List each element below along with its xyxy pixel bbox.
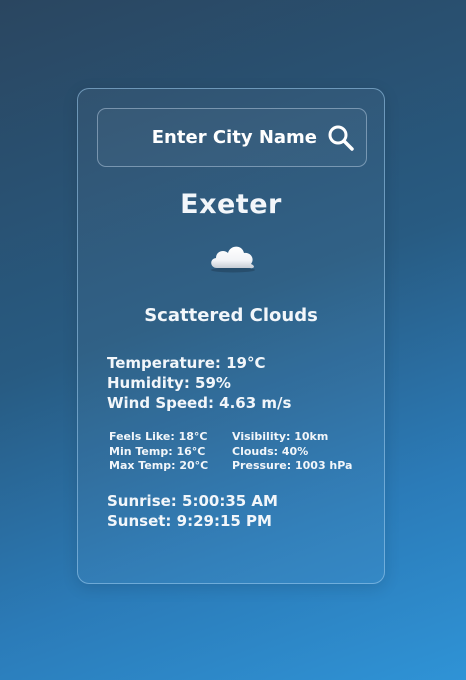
city-search-input[interactable] xyxy=(98,109,323,166)
search-button[interactable] xyxy=(326,123,356,153)
weather-description: Scattered Clouds xyxy=(144,305,318,326)
max-temp-text: Max Temp: 20°C xyxy=(109,459,209,472)
sunrise-text: Sunrise: 5:00:35 AM xyxy=(107,492,278,510)
sunset-text: Sunset: 9:29:15 PM xyxy=(107,512,272,530)
weather-card: Exeter Scattered Clouds Temperature: 19°… xyxy=(77,88,385,584)
search-icon xyxy=(326,123,356,153)
visibility-text: Visibility: 10km xyxy=(232,430,329,443)
min-temp-text: Min Temp: 16°C xyxy=(109,444,206,458)
cloud-icon xyxy=(207,239,259,273)
clouds-text: Clouds: 40% xyxy=(232,444,309,458)
feels-like-text: Feels Like: 18°C xyxy=(109,430,208,443)
search-box xyxy=(97,108,367,167)
sun-stats: Sunrise: 5:00:35 AM Sunset: 9:29:15 PM xyxy=(107,491,278,531)
temperature-text: Temperature: 19°C xyxy=(107,354,266,372)
city-name: Exeter xyxy=(180,189,282,220)
pressure-text: Pressure: 1003 hPa xyxy=(232,459,353,472)
wind-speed-text: Wind Speed: 4.63 m/s xyxy=(107,394,292,412)
main-stats: Temperature: 19°C Humidity: 59% Wind Spe… xyxy=(107,353,291,413)
detail-column-right: Visibility: 10km Clouds: 40% Pressure: 1… xyxy=(232,430,352,474)
detail-column-left: Feels Like: 18°C Min Temp: 16°C Max Temp… xyxy=(109,430,208,474)
humidity-text: Humidity: 59% xyxy=(107,374,231,392)
